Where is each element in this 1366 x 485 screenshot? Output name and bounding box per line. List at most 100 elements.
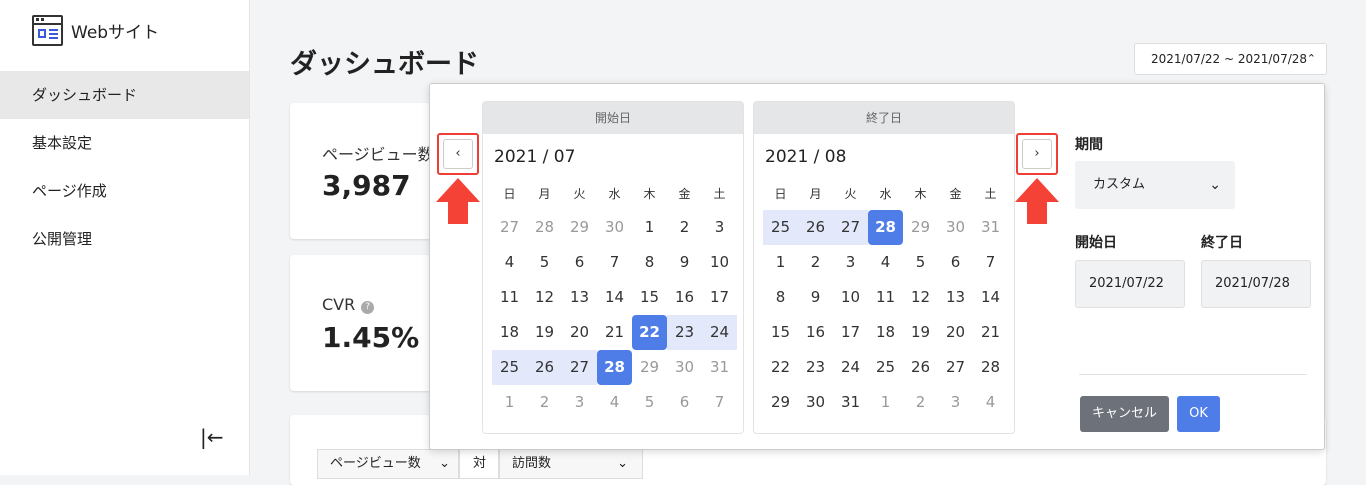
calendar-day[interactable]: 8 [763,280,798,315]
calendar-day[interactable]: 2 [798,245,833,280]
calendar-day[interactable]: 26 [527,350,562,385]
calendar-day[interactable]: 5 [903,245,938,280]
calendar-day[interactable]: 12 [903,280,938,315]
calendar-day[interactable]: 9 [798,280,833,315]
calendar-day[interactable]: 25 [763,210,798,245]
calendar-day[interactable]: 7 [973,245,1008,280]
calendar-day[interactable]: 1 [632,210,667,245]
calendar-day[interactable]: 6 [667,385,702,420]
calendar-day[interactable]: 1 [763,245,798,280]
calendar-day[interactable]: 1 [492,385,527,420]
calendar-week-row: 1234567 [763,245,1008,280]
calendar-day[interactable]: 27 [938,350,973,385]
calendar-day[interactable]: 27 [562,350,597,385]
calendar-day[interactable]: 30 [798,385,833,420]
calendar-day[interactable]: 29 [562,210,597,245]
ok-button[interactable]: OK [1177,396,1220,432]
calendar-day[interactable]: 17 [702,280,737,315]
calendar-day[interactable]: 7 [702,385,737,420]
calendar-day[interactable]: 25 [868,350,903,385]
calendar-day[interactable]: 3 [702,210,737,245]
calendar-day[interactable]: 18 [492,315,527,350]
calendar-day[interactable]: 9 [667,245,702,280]
calendar-day[interactable]: 27 [492,210,527,245]
calendar-day[interactable]: 5 [632,385,667,420]
brand[interactable]: Webサイト [32,15,159,46]
calendar-day[interactable]: 11 [492,280,527,315]
calendar-day[interactable]: 20 [938,315,973,350]
sidebar-item-dashboard[interactable]: ダッシュボード [0,71,249,119]
calendar-day[interactable]: 31 [973,210,1008,245]
calendar-day[interactable]: 30 [938,210,973,245]
calendar-day[interactable]: 1 [868,385,903,420]
sidebar-item-basic-settings[interactable]: 基本設定 [0,119,249,167]
calendar-day[interactable]: 22 [632,315,667,350]
calendar-day[interactable]: 6 [562,245,597,280]
calendar-day[interactable]: 27 [833,210,868,245]
calendar-day[interactable]: 6 [938,245,973,280]
calendar-day[interactable]: 30 [667,350,702,385]
calendar-day[interactable]: 4 [597,385,632,420]
cancel-button[interactable]: キャンセル [1080,396,1169,432]
calendar-day[interactable]: 22 [763,350,798,385]
calendar-day[interactable]: 11 [868,280,903,315]
calendar-day[interactable]: 28 [973,350,1008,385]
calendar-day[interactable]: 30 [597,210,632,245]
calendar-day[interactable]: 15 [763,315,798,350]
calendar-day[interactable]: 10 [702,245,737,280]
calendar-day[interactable]: 21 [973,315,1008,350]
calendar-day[interactable]: 24 [702,315,737,350]
calendar-day[interactable]: 29 [763,385,798,420]
calendar-day[interactable]: 4 [492,245,527,280]
sidebar-item-publish-management[interactable]: 公開管理 [0,215,249,263]
calendar-day[interactable]: 16 [798,315,833,350]
calendar-day[interactable]: 2 [527,385,562,420]
period-select[interactable]: カスタム ⌄ [1075,161,1235,209]
date-range-button[interactable]: 2021/07/22 ~ 2021/07/28 ⌃ [1134,43,1327,75]
calendar-day[interactable]: 2 [903,385,938,420]
calendar-day[interactable]: 2 [667,210,702,245]
calendar-day[interactable]: 20 [562,315,597,350]
calendar-day[interactable]: 14 [973,280,1008,315]
calendar-day[interactable]: 28 [527,210,562,245]
calendar-day[interactable]: 4 [868,245,903,280]
calendar-day[interactable]: 13 [562,280,597,315]
calendar-day[interactable]: 3 [833,245,868,280]
calendar-day[interactable]: 19 [527,315,562,350]
weekday-label: 月 [809,187,822,201]
calendar-day[interactable]: 8 [632,245,667,280]
calendar-day[interactable]: 26 [798,210,833,245]
calendar-day[interactable]: 25 [492,350,527,385]
calendar-day[interactable]: 29 [903,210,938,245]
calendar-day[interactable]: 3 [562,385,597,420]
calendar-day[interactable]: 28 [868,210,903,245]
calendar-day[interactable]: 14 [597,280,632,315]
calendar-day[interactable]: 3 [938,385,973,420]
calendar-day[interactable]: 24 [833,350,868,385]
calendar-day[interactable]: 21 [597,315,632,350]
calendar-day[interactable]: 31 [702,350,737,385]
collapse-left-icon[interactable]: |← [200,425,224,449]
calendar-day[interactable]: 31 [833,385,868,420]
calendar-day[interactable]: 12 [527,280,562,315]
calendar-day[interactable]: 16 [667,280,702,315]
date-range-picker: ‹ 開始日 2021 / 07 日月火水木金土 27 28 29 30 1 2 3 4 5 6 7 8 9… [429,83,1325,450]
calendar-day[interactable]: 29 [632,350,667,385]
start-date-input[interactable]: 2021/07/22 [1075,260,1185,308]
calendar-day[interactable]: 4 [973,385,1008,420]
calendar-day[interactable]: 15 [632,280,667,315]
help-icon[interactable]: ? [361,301,375,314]
calendar-day[interactable]: 23 [667,315,702,350]
calendar-day[interactable]: 18 [868,315,903,350]
sidebar-item-page-creation[interactable]: ページ作成 [0,167,249,215]
calendar-day[interactable]: 13 [938,280,973,315]
calendar-day[interactable]: 5 [527,245,562,280]
calendar-day[interactable]: 23 [798,350,833,385]
calendar-day[interactable]: 26 [903,350,938,385]
calendar-day[interactable]: 7 [597,245,632,280]
calendar-day[interactable]: 17 [833,315,868,350]
calendar-day[interactable]: 19 [903,315,938,350]
end-date-input[interactable]: 2021/07/28 [1201,260,1311,308]
calendar-day[interactable]: 10 [833,280,868,315]
calendar-day[interactable]: 28 [597,350,632,385]
